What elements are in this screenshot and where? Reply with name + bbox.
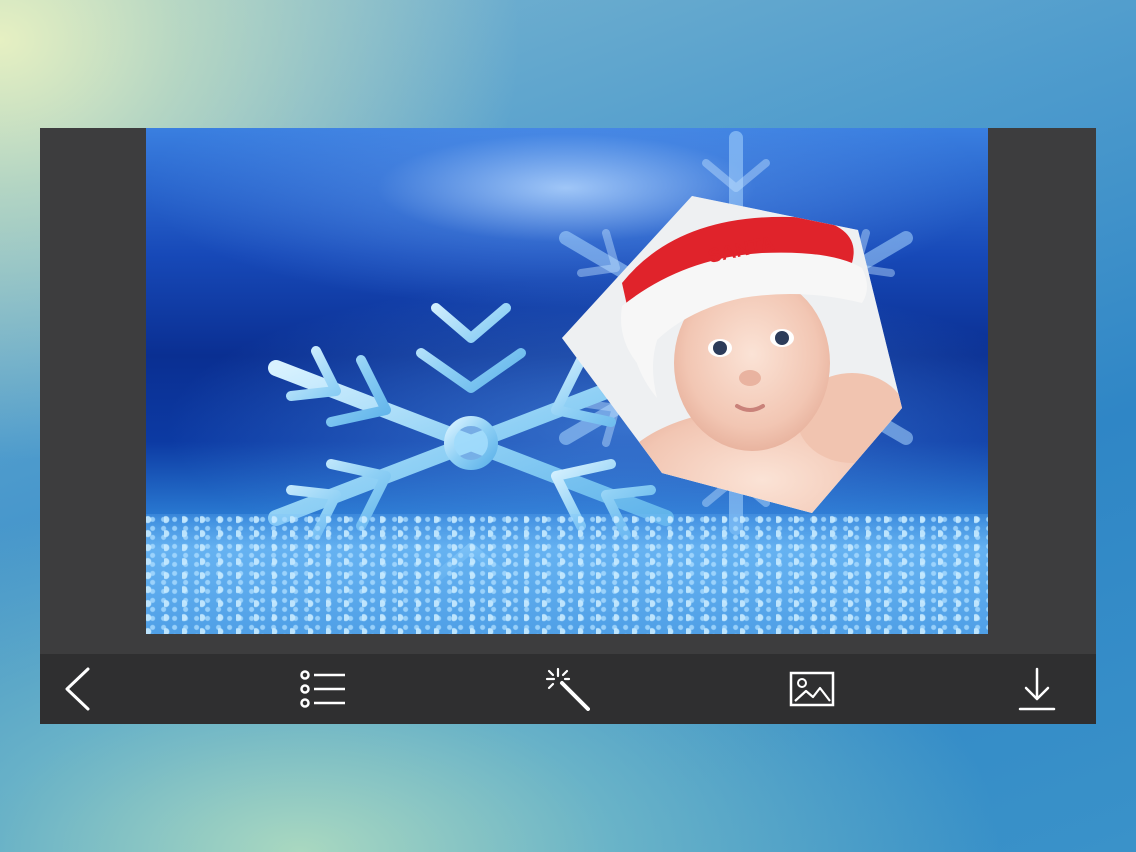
editor-window: SANTA [40, 128, 1096, 724]
magic-wand-icon [545, 667, 590, 711]
download-icon [1018, 667, 1056, 711]
bottom-toolbar [40, 654, 1096, 724]
photo-frame-canvas[interactable]: SANTA [146, 128, 988, 634]
snow-ground [146, 514, 988, 634]
back-button[interactable] [42, 654, 112, 724]
gallery-button[interactable] [777, 654, 847, 724]
effects-button[interactable] [532, 654, 602, 724]
image-icon [789, 671, 835, 707]
save-button[interactable] [1002, 654, 1072, 724]
list-icon [300, 670, 345, 708]
baby-photo[interactable]: SANTA [562, 188, 902, 528]
frames-button[interactable] [288, 654, 358, 724]
chevron-left-icon [65, 667, 90, 711]
